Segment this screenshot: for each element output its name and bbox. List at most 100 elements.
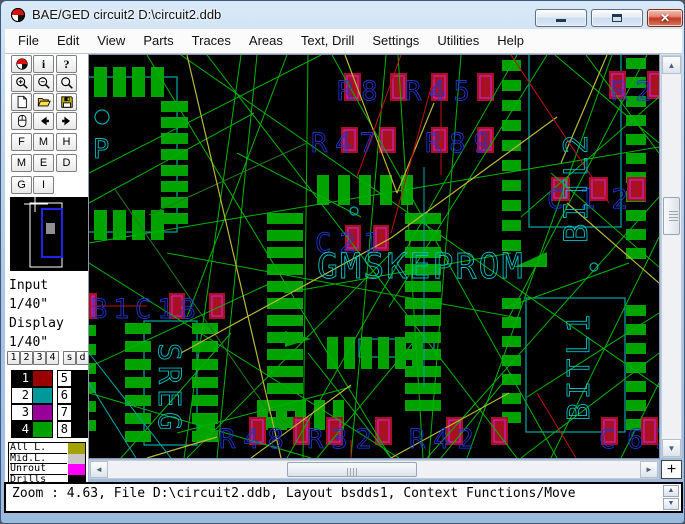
- label-bitl2: BITL2: [557, 132, 595, 243]
- palette-swatch-7[interactable]: [71, 404, 88, 421]
- minimize-icon: [556, 19, 566, 22]
- toolbar-new-file-button[interactable]: [11, 93, 32, 111]
- menu-file[interactable]: File: [9, 29, 48, 54]
- toolbar-info-button[interactable]: i: [33, 55, 54, 73]
- label-c18: C18: [135, 294, 202, 325]
- palette-color-6[interactable]: 6: [57, 387, 72, 404]
- grid-quick-2-button[interactable]: 2: [20, 351, 33, 365]
- label-r48: R48: [219, 424, 292, 455]
- title-bar[interactable]: BAE/GED circuit2 D:\circuit2.ddb ✕: [1, 1, 684, 29]
- toolbar-letter-m-3-button[interactable]: M: [11, 154, 32, 172]
- palette-color-4[interactable]: 4: [11, 421, 33, 438]
- palette-swatch-6[interactable]: [71, 387, 88, 404]
- palette-swatch-8[interactable]: [71, 421, 88, 438]
- toolbar-zoom-in-button[interactable]: [11, 74, 32, 92]
- app-logo-icon: [10, 7, 26, 23]
- status-scroll-up-button[interactable]: ▲: [663, 485, 679, 497]
- toolbar-letter-h-2-button[interactable]: H: [56, 133, 77, 151]
- horizontal-scroll-thumb[interactable]: [287, 462, 417, 477]
- toolbar-mouse-button[interactable]: [11, 112, 32, 130]
- layer-swatch: [68, 464, 85, 475]
- layer-row-unrout[interactable]: Unrout: [9, 464, 85, 475]
- toolbar-letter-d-5-button[interactable]: D: [56, 154, 77, 172]
- toolbar-next-button[interactable]: [56, 112, 77, 130]
- bae-logo-icon: [15, 57, 29, 71]
- toolbar-letter-e-4-button[interactable]: E: [33, 154, 54, 172]
- zoom-in-icon: [15, 76, 29, 90]
- grid-quick-1-button[interactable]: 1: [7, 351, 20, 365]
- thumb-grip: [347, 468, 357, 476]
- close-button[interactable]: ✕: [647, 9, 683, 27]
- menu-view[interactable]: View: [88, 29, 134, 54]
- toolbar-letter-f-0-button[interactable]: F: [11, 133, 32, 151]
- palette-swatch-5[interactable]: [71, 370, 88, 387]
- menu-text-drill[interactable]: Text, Drill: [292, 29, 363, 54]
- toolbar-letter-i-7-button[interactable]: I: [33, 176, 54, 194]
- thumb-grip: [669, 211, 678, 221]
- input-grid-value: 1/40": [9, 297, 48, 312]
- toolbar-bae-logo-button[interactable]: [11, 55, 32, 73]
- layer-color-box: All L.Mid.L.UnroutDrills: [8, 442, 86, 486]
- menu-settings[interactable]: Settings: [363, 29, 428, 54]
- grid-quick-4-button[interactable]: 4: [46, 351, 59, 365]
- label-r32: R32: [307, 424, 380, 455]
- palette-swatch-4[interactable]: [32, 421, 53, 438]
- display-grid-value: 1/40": [9, 335, 48, 350]
- layer-row-alll[interactable]: All L.: [9, 443, 85, 454]
- menu-parts[interactable]: Parts: [134, 29, 182, 54]
- label-r45: R45: [405, 76, 478, 107]
- minimize-button[interactable]: [535, 9, 587, 27]
- toolbar-zoom-window-button[interactable]: [56, 74, 77, 92]
- scroll-up-button[interactable]: ▲: [662, 56, 681, 74]
- palette-color-7[interactable]: 7: [57, 404, 72, 421]
- board-overview-minimap[interactable]: [10, 197, 88, 271]
- label-r8: R8: [337, 76, 386, 107]
- toolbar-letter-m-1-button[interactable]: M: [33, 133, 54, 151]
- menu-help[interactable]: Help: [488, 29, 533, 54]
- menu-edit[interactable]: Edit: [48, 29, 88, 54]
- palette-swatch-2[interactable]: [32, 387, 53, 404]
- palette-color-1[interactable]: 1: [11, 370, 33, 387]
- status-bar: Zoom : 4.63, File D:\circuit2.ddb, Layou…: [4, 482, 683, 513]
- layer-swatch: [68, 454, 85, 465]
- prev-icon: [37, 114, 51, 128]
- menu-areas[interactable]: Areas: [240, 29, 292, 54]
- open-folder-icon: [37, 95, 51, 109]
- layer-swatch: [68, 443, 85, 454]
- status-text: Zoom : 4.63, File D:\circuit2.ddb, Layou…: [12, 486, 576, 501]
- palette-swatch-1[interactable]: [32, 370, 53, 387]
- toolbar-save-button[interactable]: [56, 93, 77, 111]
- toolbar-prev-button[interactable]: [33, 112, 54, 130]
- zoom-out-icon: [37, 76, 51, 90]
- vertical-scrollbar[interactable]: ▲ ▼: [661, 55, 682, 458]
- menu-traces[interactable]: Traces: [183, 29, 240, 54]
- scroll-down-button[interactable]: ▼: [662, 439, 681, 457]
- grid-quick-3-button[interactable]: 3: [33, 351, 46, 365]
- toolbar-zoom-out-button[interactable]: [33, 74, 54, 92]
- grid-quick-s-button[interactable]: s: [63, 351, 76, 365]
- scroll-right-button[interactable]: ►: [640, 461, 658, 478]
- label-r47: R47: [311, 128, 384, 159]
- label-b1: B1: [91, 294, 136, 325]
- menu-utilities[interactable]: Utilities: [428, 29, 488, 54]
- pcb-canvas[interactable]: R8R45R2R47R89C12C21B1C18R48R32R42C62GMSK…: [89, 55, 659, 458]
- palette-color-5[interactable]: 5: [57, 370, 72, 387]
- palette-swatch-3[interactable]: [32, 404, 53, 421]
- horizontal-scrollbar[interactable]: ◄ ►: [89, 460, 659, 479]
- toolbar-help-button[interactable]: ?: [56, 55, 77, 73]
- display-grid-label: Display: [9, 316, 64, 331]
- menu-bar: FileEditViewPartsTracesAreasText, DrillS…: [5, 29, 682, 54]
- maximize-button[interactable]: [591, 9, 643, 27]
- toolbar-open-folder-button[interactable]: [33, 93, 54, 111]
- canvas-viewport: R8R45R2R47R89C12C21B1C18R48R32R42C62GMSK…: [89, 55, 659, 458]
- status-scroll-down-button[interactable]: ▼: [663, 498, 679, 510]
- palette-color-3[interactable]: 3: [11, 404, 33, 421]
- input-grid-label: Input: [9, 278, 48, 293]
- palette-color-8[interactable]: 8: [57, 421, 72, 438]
- scroll-left-button[interactable]: ◄: [90, 461, 108, 478]
- toolbar-letter-g-6-button[interactable]: G: [11, 176, 32, 194]
- palette-color-2[interactable]: 2: [11, 387, 33, 404]
- vertical-scroll-thumb[interactable]: [663, 197, 680, 235]
- zoom-plus-corner-button[interactable]: +: [661, 460, 682, 479]
- label-gmskeprom: GMSKEPROM: [317, 247, 525, 287]
